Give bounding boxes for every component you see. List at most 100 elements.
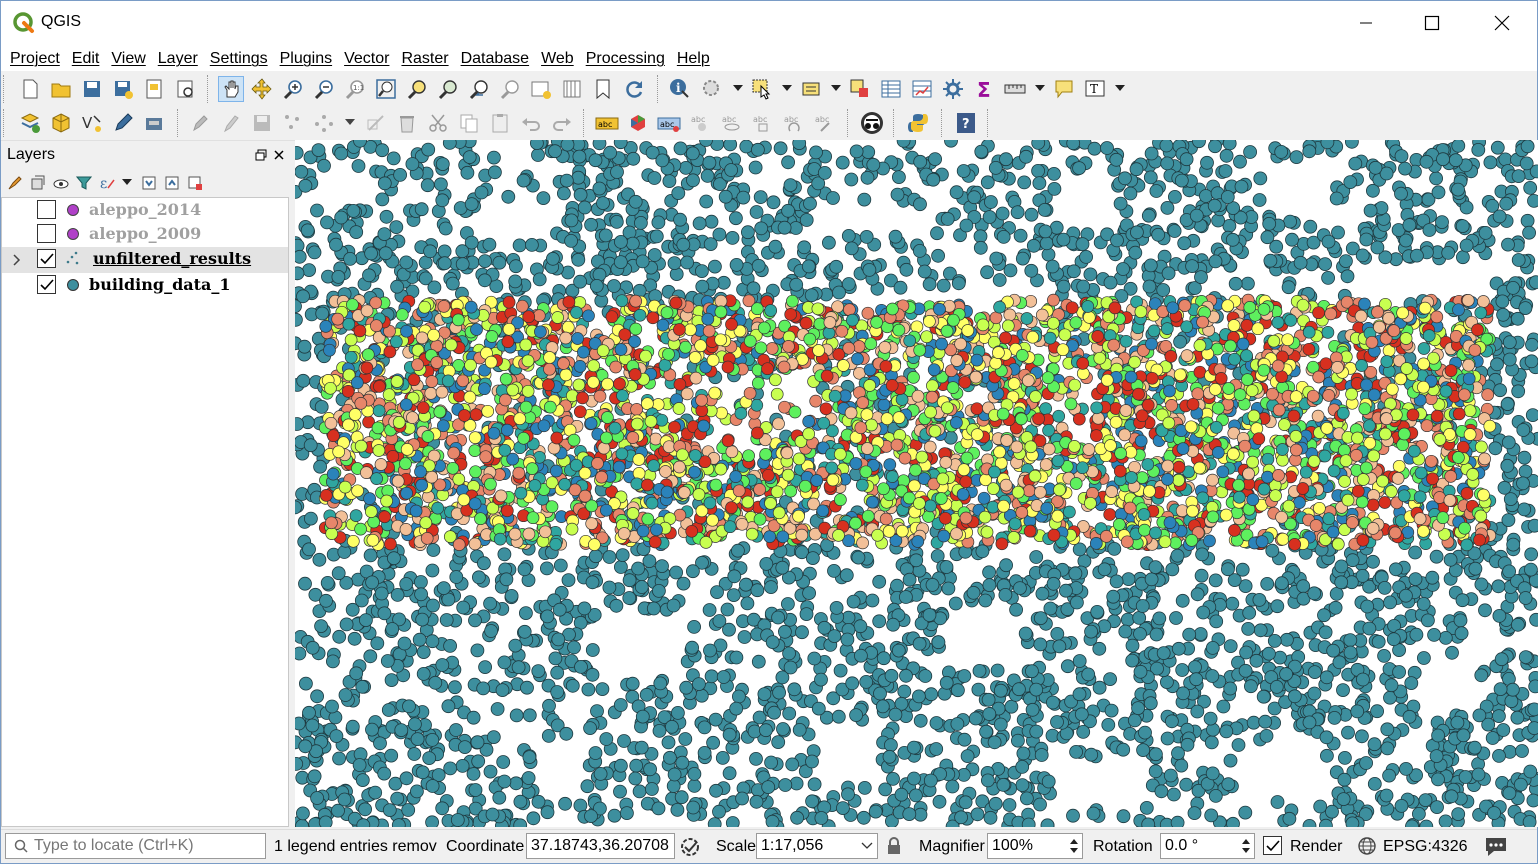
edit-label-button[interactable]: abc: [811, 110, 837, 136]
magnifier-spinbox[interactable]: 100%: [987, 833, 1083, 859]
action-dropdown-arrow[interactable]: [733, 85, 743, 91]
rotate-label-button[interactable]: abc: [749, 110, 775, 136]
modify-attributes-button[interactable]: [363, 110, 389, 136]
map-tips-button[interactable]: [1051, 76, 1077, 102]
map-render[interactable]: [295, 140, 1538, 827]
python-console-button[interactable]: [905, 110, 931, 136]
data-source-manager-button[interactable]: [17, 110, 43, 136]
new-geopackage-button[interactable]: [48, 110, 74, 136]
menu-view[interactable]: View: [105, 50, 151, 68]
expand-all-icon[interactable]: [141, 175, 157, 191]
vertex-dropdown-arrow[interactable]: [345, 119, 355, 125]
menu-edit[interactable]: Edit: [66, 50, 106, 68]
save-as-button[interactable]: [110, 76, 136, 102]
text-annotation-button[interactable]: T: [1082, 76, 1108, 102]
action-button[interactable]: [699, 76, 725, 102]
expand-layer-chevron-icon[interactable]: [12, 254, 22, 266]
move-label-button[interactable]: abc: [718, 110, 744, 136]
filter-expression-icon[interactable]: ε: [99, 174, 117, 192]
pin-labels-button[interactable]: abc: [656, 110, 682, 136]
menu-database[interactable]: Database: [455, 50, 536, 68]
layer-row-unfiltered_results[interactable]: unfiltered_results: [2, 247, 288, 273]
help-button[interactable]: ?: [953, 110, 979, 136]
zoom-full-button[interactable]: [373, 76, 399, 102]
select-button[interactable]: [749, 76, 775, 102]
messages-icon[interactable]: [1483, 834, 1509, 858]
add-feature-button[interactable]: [280, 110, 306, 136]
open-layer-styling-icon[interactable]: [7, 175, 23, 191]
zoom-in-button[interactable]: [280, 76, 306, 102]
pan-to-selection-button[interactable]: [249, 76, 275, 102]
open-project-button[interactable]: [48, 76, 74, 102]
layer-row-building_data_1[interactable]: building_data_1: [2, 273, 288, 299]
lock-scale-icon[interactable]: [885, 836, 903, 856]
pan-button[interactable]: [218, 76, 244, 102]
bookmark-new-button[interactable]: [590, 76, 616, 102]
menu-help[interactable]: Help: [671, 50, 716, 68]
save-project-button[interactable]: [79, 76, 105, 102]
menu-vector[interactable]: Vector: [338, 50, 395, 68]
field-calculator-button[interactable]: [909, 76, 935, 102]
zoom-to-layer-button[interactable]: [435, 76, 461, 102]
statistics-button[interactable]: Σ: [971, 76, 997, 102]
attribute-table-button[interactable]: [878, 76, 904, 102]
identify-button[interactable]: i: [667, 76, 693, 102]
menu-settings[interactable]: Settings: [204, 50, 274, 68]
zoom-native-button[interactable]: 1:1: [342, 76, 368, 102]
measure-dropdown-arrow[interactable]: [1035, 85, 1045, 91]
menu-raster[interactable]: Raster: [395, 50, 454, 68]
temporal-controller-button[interactable]: [559, 76, 585, 102]
add-group-icon[interactable]: [30, 175, 46, 191]
layer-row-aleppo_2014[interactable]: aleppo_2014: [2, 198, 288, 224]
manage-visibility-icon[interactable]: [53, 175, 69, 191]
map-canvas[interactable]: [295, 140, 1538, 827]
select-by-value-dropdown-arrow[interactable]: [831, 85, 841, 91]
select-dropdown-arrow[interactable]: [782, 85, 792, 91]
show-hide-labels-button[interactable]: abc: [687, 110, 713, 136]
undo-button[interactable]: [518, 110, 544, 136]
new-map-view-button[interactable]: [528, 76, 554, 102]
filter-legend-icon[interactable]: [76, 175, 92, 191]
float-panel-icon[interactable]: [255, 149, 267, 161]
change-label-button[interactable]: abc: [780, 110, 806, 136]
new-print-layout-button[interactable]: [141, 76, 167, 102]
close-panel-icon[interactable]: [273, 149, 285, 161]
layer-visibility-checkbox[interactable]: [37, 249, 56, 268]
menu-layer[interactable]: Layer: [152, 50, 204, 68]
menu-web[interactable]: Web: [535, 50, 580, 68]
remove-layer-icon[interactable]: [187, 175, 203, 191]
locator-search-input[interactable]: Type to locate (Ctrl+K): [5, 833, 266, 859]
delete-selected-button[interactable]: [394, 110, 420, 136]
vertex-tool-button[interactable]: [311, 110, 337, 136]
label-tool-button[interactable]: abc: [594, 110, 620, 136]
digitize-button[interactable]: V: [79, 110, 105, 136]
toggle-editing-button[interactable]: [110, 110, 136, 136]
annotation-dropdown-arrow[interactable]: [1115, 85, 1125, 91]
minimize-button[interactable]: [1335, 1, 1397, 45]
edit-pencil-button[interactable]: [218, 110, 244, 136]
diagram-button[interactable]: [625, 110, 651, 136]
deselect-button[interactable]: [847, 76, 873, 102]
refresh-button[interactable]: [621, 76, 647, 102]
current-edits-button[interactable]: [187, 110, 213, 136]
scale-combobox[interactable]: 1:17,056: [756, 833, 878, 859]
save-layer-edits-button[interactable]: [249, 110, 275, 136]
crs-button[interactable]: EPSG:4326: [1383, 833, 1468, 860]
render-checkbox[interactable]: [1263, 836, 1282, 855]
layer-visibility-checkbox[interactable]: [37, 224, 56, 243]
close-button[interactable]: [1471, 1, 1533, 45]
coordinate-toggle-icon[interactable]: [679, 835, 703, 859]
zoom-next-button[interactable]: [497, 76, 523, 102]
menu-processing[interactable]: Processing: [580, 50, 671, 68]
layer-visibility-checkbox[interactable]: [37, 200, 56, 219]
zoom-out-button[interactable]: [311, 76, 337, 102]
plugin-button[interactable]: [859, 110, 885, 136]
menu-plugins[interactable]: Plugins: [274, 50, 338, 68]
filter-dropdown-arrow[interactable]: [122, 179, 132, 185]
toolbar-grip[interactable]: [3, 109, 9, 137]
toolbar-grip[interactable]: [3, 75, 9, 103]
save-edits-button[interactable]: [141, 110, 167, 136]
crs-globe-icon[interactable]: [1357, 836, 1377, 856]
collapse-all-icon[interactable]: [164, 175, 180, 191]
select-by-value-button[interactable]: [798, 76, 824, 102]
